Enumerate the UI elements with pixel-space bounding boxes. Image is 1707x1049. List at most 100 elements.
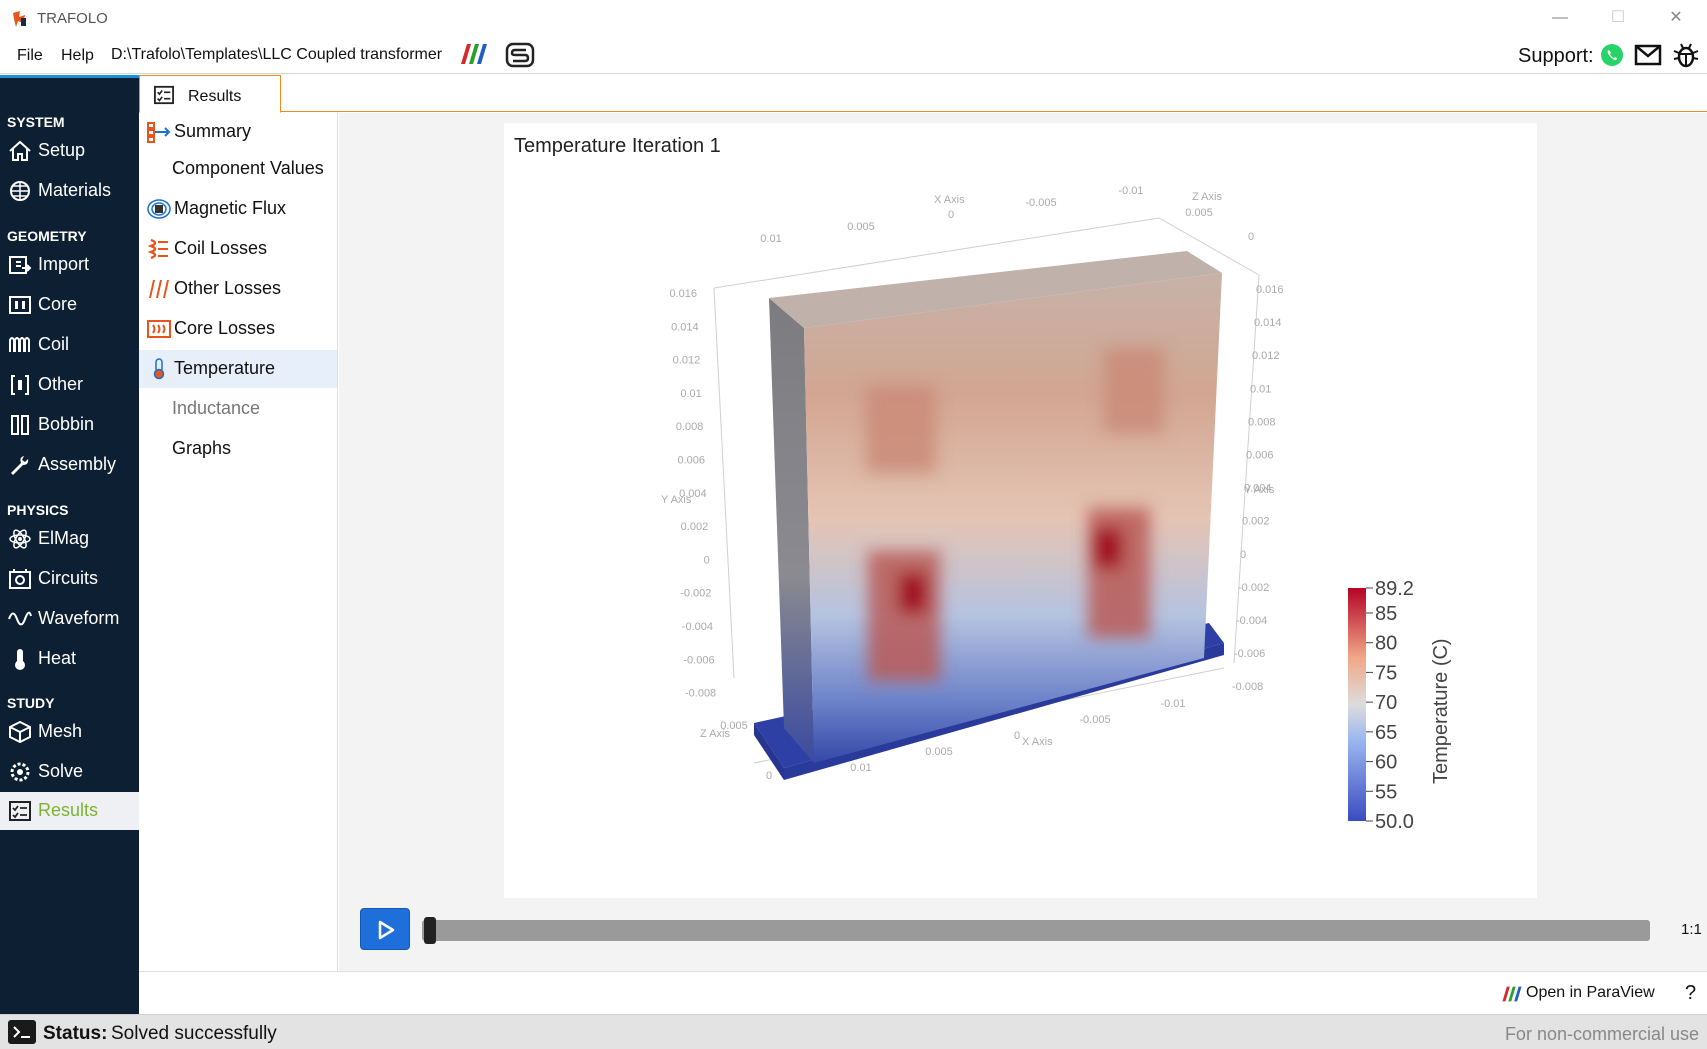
status-label: Status:	[43, 1023, 108, 1044]
subnav-magnetic-flux[interactable]: Magnetic Flux	[139, 190, 337, 228]
x-tick-label-bottom: -0.005	[1079, 714, 1110, 726]
sidebar-item-assembly[interactable]: Assembly	[0, 446, 139, 484]
subnav-temperature[interactable]: Temperature	[139, 350, 337, 388]
sidebar-item-label: Heat	[38, 648, 77, 668]
y-tick-label-right: -0.006	[1234, 648, 1265, 660]
subnav-label: Component Values	[172, 158, 324, 178]
sidebar-item-circuits[interactable]: Circuits	[0, 560, 139, 598]
paraview-icon[interactable]	[459, 42, 489, 66]
terminal-icon[interactable]	[8, 1020, 36, 1044]
sidebar-item-solve[interactable]: Solve	[0, 753, 139, 791]
z-tick-label-top: 0.005	[1185, 207, 1213, 219]
subnav-graphs[interactable]: Graphs	[139, 430, 337, 468]
maximize-button[interactable]: ☐	[1600, 6, 1636, 30]
colorbar	[1348, 588, 1366, 821]
subnav-coil-losses[interactable]: Coil Losses	[139, 230, 337, 268]
sidebar-item-label: Assembly	[38, 454, 117, 474]
x-tick-label-top: 0	[948, 209, 954, 221]
sidebar-item-import[interactable]: Import	[0, 246, 139, 284]
core-front-face	[804, 273, 1222, 763]
menu-file[interactable]: File	[17, 47, 43, 65]
open-in-paraview-button[interactable]: Open in ParaView	[1526, 984, 1655, 1002]
subnav-other-losses[interactable]: Other Losses	[139, 270, 337, 308]
y-tick-label-right: 0.01	[1250, 383, 1271, 395]
sidebar-item-label: Coil	[38, 334, 70, 354]
license-notice: For non-commercial use	[1504, 1024, 1699, 1044]
x-tick-label-top: -0.01	[1118, 185, 1143, 197]
tab-strip: Results	[139, 75, 1707, 113]
y-tick-label-left: 0	[704, 554, 710, 566]
bug-report-icon[interactable]	[1672, 41, 1700, 69]
section-system: SYSTEM	[7, 114, 65, 130]
colorbar-title: Temperature (C)	[1430, 638, 1452, 784]
sidebar-item-label: Import	[38, 254, 90, 274]
trafolo-logo-icon	[13, 11, 26, 27]
y-tick-label-left: 0.008	[676, 421, 704, 433]
section-geometry: GEOMETRY	[7, 228, 87, 244]
core-losses-icon	[147, 320, 171, 338]
x-tick-label-top: 0.01	[760, 233, 781, 245]
sidebar-item-elmag[interactable]: ElMag	[0, 520, 139, 558]
sidebar-item-core[interactable]: Core	[0, 286, 139, 324]
section-study: STUDY	[7, 695, 55, 711]
sidebar-item-label: Setup	[38, 140, 86, 160]
z-axis-title-bottom: Z Axis	[700, 728, 730, 740]
whatsapp-icon[interactable]	[1600, 43, 1624, 67]
subnav-component-values[interactable]: Component Values	[139, 150, 337, 188]
play-button[interactable]	[360, 908, 410, 950]
subnav-label: Inductance	[172, 398, 261, 418]
y-tick-label-left: 0.01	[680, 388, 701, 400]
close-button[interactable]: ✕	[1658, 6, 1694, 30]
y-axis-title-left: Y Axis	[661, 494, 692, 506]
sidebar-item-other[interactable]: Other	[0, 366, 139, 404]
sine-wave-icon	[8, 611, 32, 626]
playback-ratio: 1:1	[1681, 921, 1702, 938]
z-axis-title-top: Z Axis	[1192, 191, 1222, 203]
subnav-inductance[interactable]: Inductance	[139, 390, 337, 428]
timeline-slider[interactable]	[422, 920, 1650, 941]
sidebar-item-heat[interactable]: Heat	[0, 640, 139, 678]
y-tick-label-left: 0.006	[677, 455, 705, 467]
status-bar: Status: Solved successfully For non-comm…	[0, 1014, 1707, 1049]
import-icon	[9, 256, 32, 274]
colorbar-tick-label: 55	[1375, 781, 1397, 803]
app-title: TRAFOLO	[37, 10, 108, 27]
sidebar-item-setup[interactable]: Setup	[0, 132, 139, 170]
tab-results[interactable]: Results	[139, 75, 281, 113]
circuit-icon	[9, 569, 31, 589]
mail-icon[interactable]	[1634, 43, 1662, 67]
subnav-core-losses[interactable]: Core Losses	[139, 310, 337, 348]
core-icon	[9, 296, 31, 314]
x-tick-label-bottom: 0.005	[925, 746, 953, 758]
sidebar-item-waveform[interactable]: Waveform	[0, 600, 139, 638]
subnav-label: Graphs	[172, 438, 232, 458]
y-tick-label-left: 0.012	[673, 355, 701, 367]
sidebar-item-results[interactable]: Results	[0, 792, 139, 830]
menu-help[interactable]: Help	[61, 47, 94, 65]
timeline-slider-handle[interactable]	[424, 917, 436, 944]
subnav-label: Other Losses	[174, 278, 282, 298]
help-button[interactable]: ?	[1685, 982, 1696, 1005]
minimize-button[interactable]: —	[1542, 6, 1578, 30]
y-tick-label-right: 0.014	[1254, 317, 1282, 329]
3d-viewer[interactable]: Temperature Iteration 1 0.016 0.014 0.01…	[504, 123, 1537, 898]
status-text: Solved successfully	[111, 1023, 277, 1044]
temperature-render[interactable]: 0.0160.0140.0120.010.0080.0060.0040.0020…	[504, 123, 1537, 898]
sidebar-item-coil[interactable]: Coil	[0, 326, 139, 364]
sidebar-item-bobbin[interactable]: Bobbin	[0, 406, 139, 444]
colorbar-tick-label: 70	[1375, 692, 1397, 714]
sidebar-item-label: Other	[38, 374, 84, 394]
coil-losses-icon	[147, 238, 168, 260]
brackets-icon	[11, 375, 29, 395]
atom-icon	[9, 529, 31, 549]
subnav-summary[interactable]: Summary	[139, 113, 337, 151]
sidebar-item-materials[interactable]: Materials	[0, 172, 139, 210]
y-tick-label-right: -0.004	[1236, 615, 1267, 627]
sidebar-item-mesh[interactable]: Mesh	[0, 713, 139, 751]
script-icon[interactable]	[505, 42, 535, 68]
y-tick-label-right: 0.016	[1256, 284, 1284, 296]
globe-icon	[10, 181, 30, 201]
sidebar-item-label: Results	[38, 800, 99, 820]
gear-icon	[10, 762, 30, 782]
magnetic-flux-icon	[147, 199, 171, 219]
